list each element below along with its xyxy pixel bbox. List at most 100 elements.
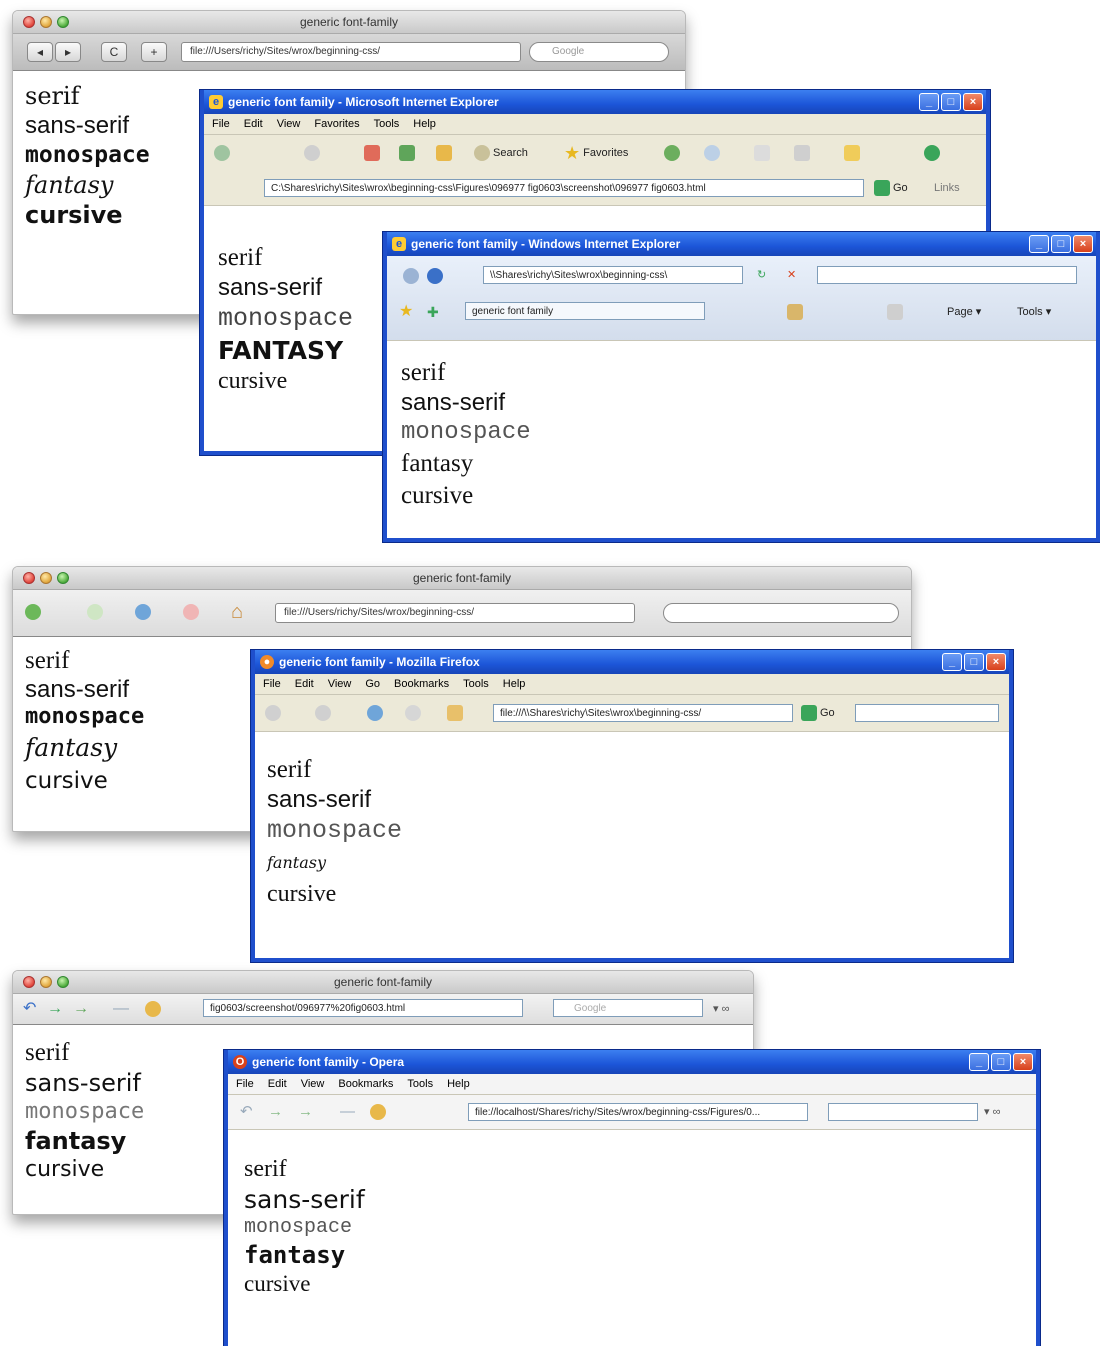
minimize-icon[interactable]: [40, 16, 52, 28]
back-button[interactable]: [214, 143, 230, 163]
back-button[interactable]: ◂: [27, 42, 53, 62]
menu-go[interactable]: Go: [365, 674, 380, 694]
close-icon[interactable]: ×: [1013, 1053, 1033, 1071]
menu-tools[interactable]: Tools: [407, 1074, 433, 1094]
address-bar[interactable]: fig0603/screenshot/096977%20fig0603.html: [203, 999, 523, 1017]
zoom-icon[interactable]: [57, 572, 69, 584]
tab-generic-font-family[interactable]: generic font family: [465, 302, 705, 320]
home-button[interactable]: ⌂: [231, 602, 243, 622]
address-bar[interactable]: file://localhost/Shares/richy/Sites/wrox…: [468, 1103, 808, 1121]
forward-button[interactable]: →: [268, 1102, 283, 1122]
minimize-icon[interactable]: _: [919, 93, 939, 111]
page-menu-button[interactable]: Page ▾: [947, 302, 981, 322]
search-options-button[interactable]: ▾ ∞: [713, 999, 729, 1019]
print-button[interactable]: [887, 302, 903, 322]
back-button[interactable]: [265, 703, 281, 723]
close-icon[interactable]: [23, 976, 35, 988]
maximize-icon[interactable]: □: [991, 1053, 1011, 1071]
menu-file[interactable]: File: [212, 114, 230, 134]
forward-button[interactable]: [427, 266, 443, 286]
zoom-icon[interactable]: [57, 976, 69, 988]
menu-bookmarks[interactable]: Bookmarks: [338, 1074, 393, 1094]
search-button[interactable]: Search: [474, 143, 528, 163]
messenger-button[interactable]: [924, 143, 940, 163]
add-favorite-button[interactable]: ✚: [427, 302, 439, 322]
menu-file[interactable]: File: [263, 674, 281, 694]
mail-button[interactable]: [754, 143, 770, 163]
favorites-button[interactable]: ★: [399, 302, 413, 322]
reload-button[interactable]: →: [298, 1102, 313, 1122]
back-button[interactable]: [25, 602, 41, 622]
links-label[interactable]: Links: [934, 178, 960, 198]
home-button[interactable]: [787, 302, 803, 322]
menu-tools[interactable]: Tools: [463, 674, 489, 694]
stop-button[interactable]: ✕: [787, 265, 796, 285]
address-bar[interactable]: C:\Shares\richy\Sites\wrox\beginning-css…: [264, 179, 864, 197]
close-icon[interactable]: [23, 572, 35, 584]
forward-button[interactable]: [315, 703, 331, 723]
maximize-icon[interactable]: □: [1051, 235, 1071, 253]
menu-bookmarks[interactable]: Bookmarks: [394, 674, 449, 694]
minimize-icon[interactable]: [40, 976, 52, 988]
maximize-icon[interactable]: □: [941, 93, 961, 111]
home-button[interactable]: [436, 143, 452, 163]
search-options-button[interactable]: ▾ ∞: [984, 1102, 1000, 1122]
forward-button[interactable]: ▸: [55, 42, 81, 62]
print-button[interactable]: [794, 143, 810, 163]
forward-button[interactable]: →: [47, 999, 63, 1019]
search-field[interactable]: [828, 1103, 978, 1121]
menu-view[interactable]: View: [301, 1074, 325, 1094]
minimize-icon[interactable]: _: [1029, 235, 1049, 253]
address-bar[interactable]: file:///Users/richy/Sites/wrox/beginning…: [181, 42, 521, 62]
address-bar[interactable]: file:///\\Shares\richy\Sites\wrox\beginn…: [493, 704, 793, 722]
search-field[interactable]: [817, 266, 1077, 284]
address-bar[interactable]: file:///Users/richy/Sites/wrox/beginning…: [275, 603, 635, 623]
menu-file[interactable]: File: [236, 1074, 254, 1094]
add-bookmark-button[interactable]: +: [141, 42, 167, 62]
minimize-icon[interactable]: [40, 572, 52, 584]
folder-button[interactable]: [844, 143, 860, 163]
back-button[interactable]: ↶: [23, 999, 36, 1019]
tools-menu-button[interactable]: Tools ▾: [1017, 302, 1051, 322]
go-button[interactable]: Go: [874, 178, 908, 198]
zoom-icon[interactable]: [57, 16, 69, 28]
forward-button[interactable]: [87, 602, 103, 622]
stop-button[interactable]: [364, 143, 380, 163]
close-icon[interactable]: [23, 16, 35, 28]
go-button[interactable]: Go: [801, 703, 835, 723]
maximize-icon[interactable]: □: [964, 653, 984, 671]
menu-favorites[interactable]: Favorites: [314, 114, 359, 134]
menu-view[interactable]: View: [328, 674, 352, 694]
reload-button[interactable]: [135, 602, 151, 622]
menu-edit[interactable]: Edit: [268, 1074, 287, 1094]
media-button[interactable]: [664, 143, 680, 163]
home-button[interactable]: [447, 703, 463, 723]
menu-edit[interactable]: Edit: [295, 674, 314, 694]
home-button[interactable]: [145, 999, 161, 1019]
history-button[interactable]: [704, 143, 720, 163]
stop-button[interactable]: [183, 602, 199, 622]
refresh-button[interactable]: [399, 143, 415, 163]
favorites-button[interactable]: ★ Favorites: [564, 143, 628, 163]
home-button[interactable]: [370, 1102, 386, 1122]
minimize-icon[interactable]: _: [969, 1053, 989, 1071]
menu-tools[interactable]: Tools: [374, 114, 400, 134]
back-button[interactable]: ↶: [240, 1102, 253, 1122]
close-icon[interactable]: ×: [1073, 235, 1093, 253]
search-field[interactable]: Google: [529, 42, 669, 62]
reload-button[interactable]: C: [101, 42, 127, 62]
close-icon[interactable]: ×: [986, 653, 1006, 671]
stop-button[interactable]: [405, 703, 421, 723]
refresh-button[interactable]: ↻: [757, 265, 766, 285]
reload-button[interactable]: →: [73, 999, 89, 1019]
stop-button[interactable]: —: [113, 999, 129, 1019]
close-icon[interactable]: ×: [963, 93, 983, 111]
menu-help[interactable]: Help: [447, 1074, 470, 1094]
minimize-icon[interactable]: _: [942, 653, 962, 671]
address-bar[interactable]: \\Shares\richy\Sites\wrox\beginning-css\: [483, 266, 743, 284]
search-field[interactable]: Google: [553, 999, 703, 1017]
reload-button[interactable]: [367, 703, 383, 723]
stop-button[interactable]: —: [340, 1102, 355, 1122]
menu-help[interactable]: Help: [413, 114, 436, 134]
search-field[interactable]: [663, 603, 899, 623]
